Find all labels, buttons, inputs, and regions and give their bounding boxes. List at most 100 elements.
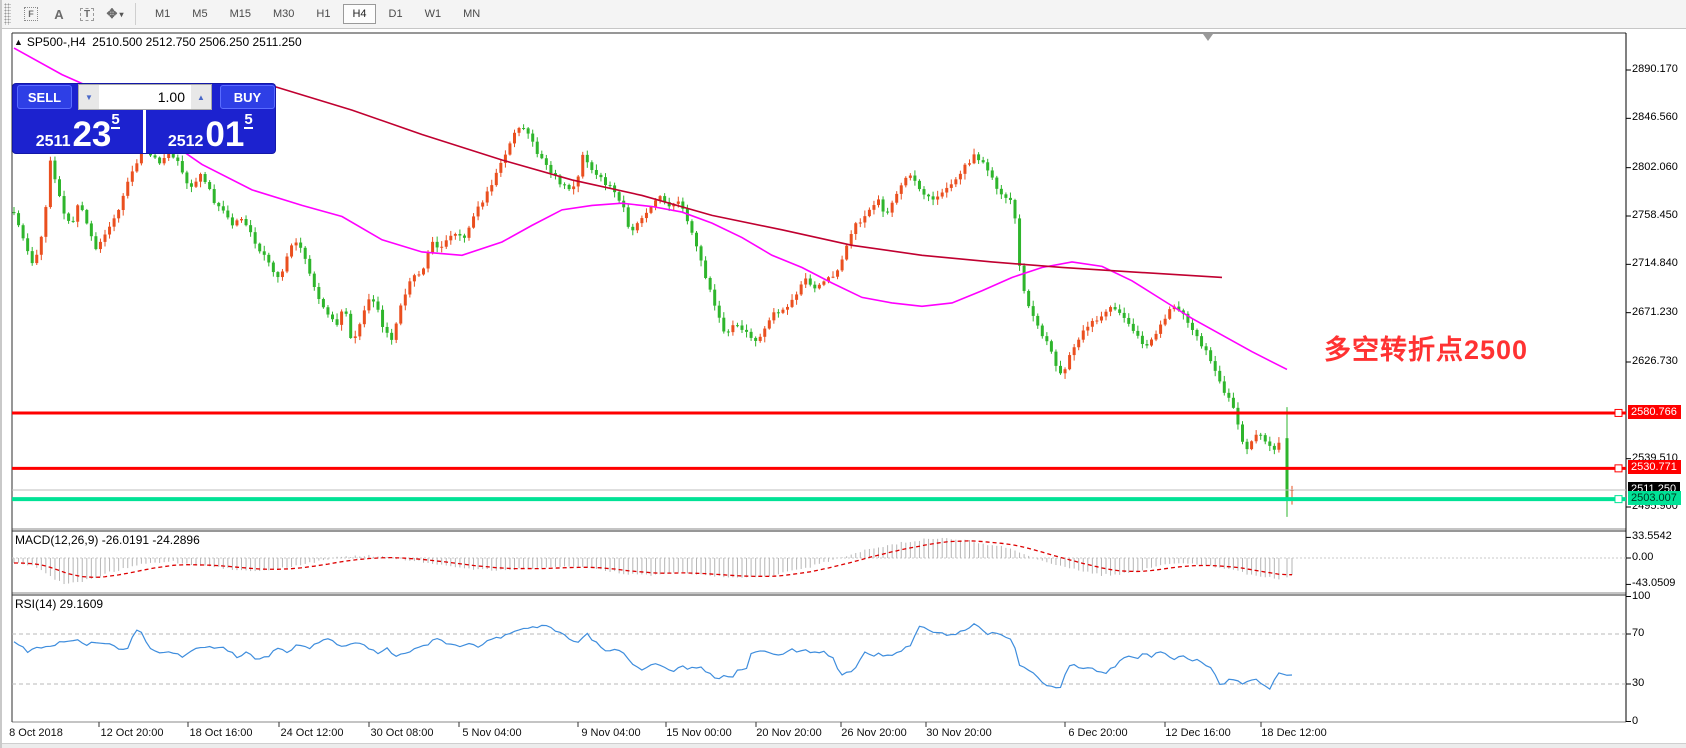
candle-body bbox=[235, 220, 238, 225]
candle-body bbox=[631, 227, 634, 230]
volume-increase-button[interactable]: ▲ bbox=[191, 85, 211, 109]
candle-body bbox=[982, 160, 985, 162]
candle-body bbox=[472, 216, 475, 227]
time-axis-label: 18 Dec 12:00 bbox=[1261, 727, 1326, 739]
text-label-icon[interactable]: T bbox=[75, 3, 99, 25]
candle-body bbox=[1227, 393, 1230, 398]
timeframe-button-m30[interactable]: M30 bbox=[264, 4, 303, 24]
time-axis-label: 8 Oct 2018 bbox=[9, 727, 63, 739]
candle-body bbox=[736, 325, 739, 326]
candle-body bbox=[1150, 340, 1153, 346]
candle-body bbox=[254, 232, 257, 244]
level-line-handle[interactable] bbox=[1615, 465, 1622, 472]
candle-body bbox=[58, 179, 61, 196]
candle-body bbox=[618, 192, 621, 201]
sell-button[interactable]: SELL bbox=[17, 85, 72, 109]
candle-body bbox=[1054, 352, 1057, 366]
timeframe-button-d1[interactable]: D1 bbox=[380, 4, 412, 24]
candle-body bbox=[454, 234, 457, 236]
candle-body bbox=[326, 307, 329, 314]
chart-shift-marker-icon[interactable] bbox=[1203, 34, 1213, 41]
candle-body bbox=[53, 161, 56, 180]
candle-body bbox=[449, 236, 452, 241]
templates-grid-icon[interactable]: F bbox=[19, 3, 43, 25]
candle-body bbox=[290, 245, 293, 256]
candle-body bbox=[954, 179, 957, 184]
candle-body bbox=[1255, 435, 1258, 442]
level-line-handle[interactable] bbox=[1615, 496, 1622, 503]
candle-body bbox=[741, 326, 744, 330]
status-strip bbox=[2, 743, 1686, 748]
candle-body bbox=[836, 270, 839, 276]
candle-body bbox=[650, 207, 653, 213]
candle-body bbox=[991, 170, 994, 177]
timeframe-button-h4[interactable]: H4 bbox=[343, 4, 375, 24]
candle-body bbox=[700, 246, 703, 260]
candle-body bbox=[427, 252, 430, 268]
candle-body bbox=[568, 185, 571, 189]
candle-body bbox=[1000, 189, 1003, 195]
candle-body bbox=[331, 315, 334, 320]
candle-body bbox=[22, 225, 25, 238]
buy-button[interactable]: BUY bbox=[220, 85, 275, 109]
candle-body bbox=[786, 307, 789, 310]
text-a-icon[interactable]: A bbox=[47, 3, 71, 25]
candle-body bbox=[891, 203, 894, 213]
timeframe-button-w1[interactable]: W1 bbox=[416, 4, 451, 24]
candle-body bbox=[636, 223, 639, 230]
candle-body bbox=[627, 207, 630, 227]
time-axis-label: 15 Nov 00:00 bbox=[666, 727, 731, 739]
time-axis-label: 20 Nov 20:00 bbox=[756, 727, 821, 739]
candle-body bbox=[349, 314, 352, 338]
candle-body bbox=[1050, 341, 1053, 351]
candle-body bbox=[44, 207, 47, 237]
timeframe-button-h1[interactable]: H1 bbox=[307, 4, 339, 24]
price-tick-label: 2758.450 bbox=[1632, 209, 1678, 221]
candle-body bbox=[1027, 291, 1030, 306]
time-axis-label: 9 Nov 04:00 bbox=[581, 727, 640, 739]
candle-body bbox=[126, 182, 129, 196]
volume-input[interactable] bbox=[99, 85, 191, 109]
time-axis-label: 30 Nov 20:00 bbox=[926, 727, 991, 739]
buy-quote[interactable]: 2512 01 5 bbox=[146, 110, 276, 153]
chart-title: ▲SP500-,H4 2510.500 2512.750 2506.250 25… bbox=[14, 35, 302, 49]
rsi-tick-label: 100 bbox=[1632, 590, 1650, 602]
candle-body bbox=[436, 242, 439, 248]
candle-body bbox=[813, 285, 816, 289]
candle-body bbox=[208, 182, 211, 189]
candle-body bbox=[1018, 218, 1021, 265]
candle-body bbox=[1205, 346, 1208, 350]
candle-body bbox=[800, 284, 803, 294]
symbol-marker-icon: ▲ bbox=[14, 37, 23, 47]
candle-body bbox=[213, 189, 216, 203]
candle-body bbox=[1032, 306, 1035, 316]
candle-body bbox=[113, 218, 116, 226]
candle-body bbox=[945, 188, 948, 193]
candle-body bbox=[281, 271, 284, 277]
timeframe-button-mn[interactable]: MN bbox=[454, 4, 489, 24]
candle-body bbox=[117, 210, 120, 218]
cursor-tool-icon[interactable]: ✥▾ bbox=[103, 3, 127, 25]
timeframe-button-m5[interactable]: M5 bbox=[183, 4, 216, 24]
candle-body bbox=[1246, 442, 1249, 449]
time-axis-label: 6 Dec 20:00 bbox=[1068, 727, 1127, 739]
candle-body bbox=[536, 142, 539, 154]
candle-body bbox=[31, 251, 34, 263]
candle-body bbox=[481, 203, 484, 207]
candle-body bbox=[645, 213, 648, 218]
candle-body bbox=[176, 158, 179, 161]
macd-tick-label: 0.00 bbox=[1632, 551, 1653, 563]
candle-body bbox=[377, 301, 380, 309]
toolbar-drag-handle[interactable] bbox=[4, 3, 11, 25]
candle-body bbox=[131, 171, 134, 181]
candle-body bbox=[1259, 435, 1262, 436]
level-line-handle[interactable] bbox=[1615, 409, 1622, 416]
timeframe-button-m1[interactable]: M1 bbox=[146, 4, 179, 24]
candle-body bbox=[1004, 194, 1007, 198]
volume-decrease-button[interactable]: ▼ bbox=[79, 85, 99, 109]
candle-body bbox=[731, 325, 734, 332]
timeframe-button-m15[interactable]: M15 bbox=[221, 4, 260, 24]
sell-quote[interactable]: 2511 23 5 bbox=[13, 110, 146, 153]
candle-body bbox=[995, 178, 998, 189]
candle-body bbox=[354, 336, 357, 338]
